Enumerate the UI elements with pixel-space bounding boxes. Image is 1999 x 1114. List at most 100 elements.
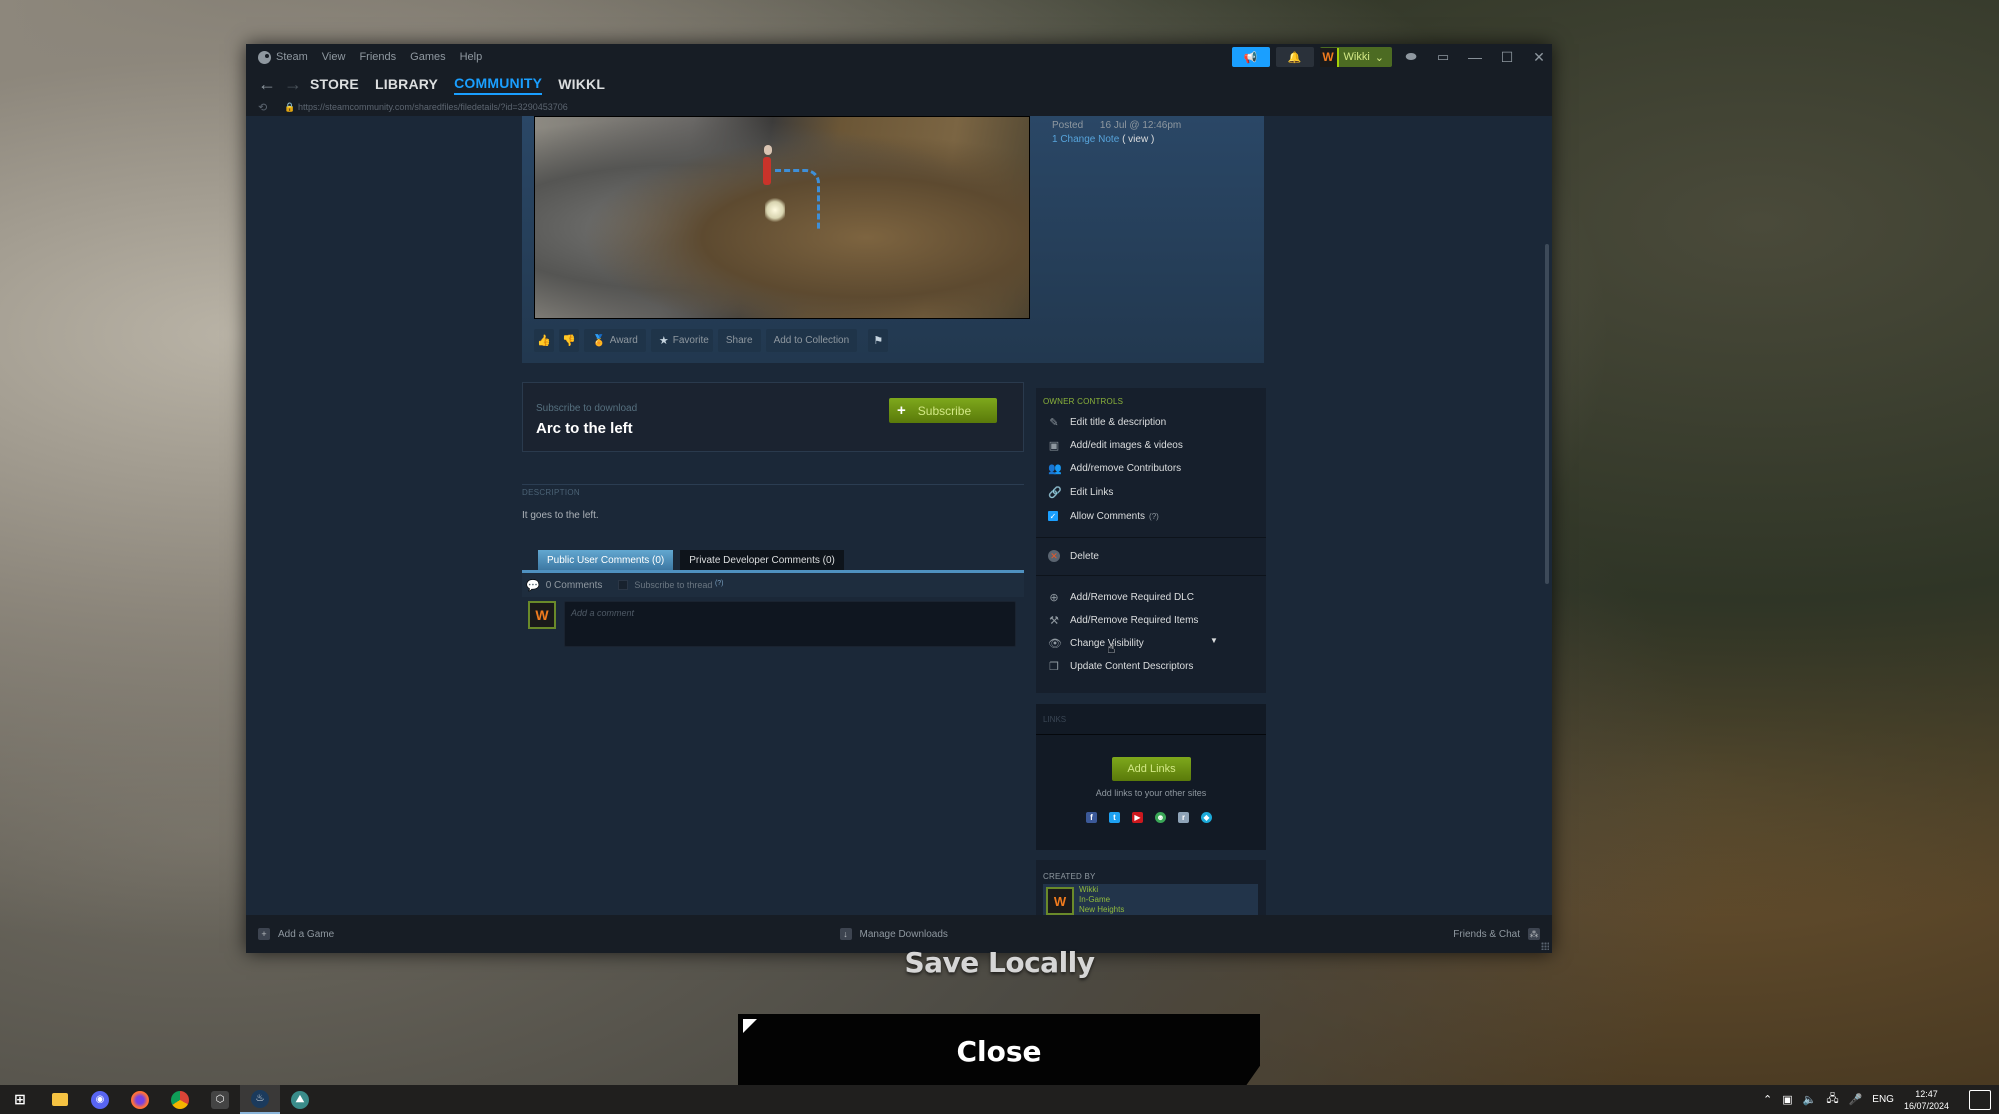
- volume-icon[interactable]: 🔈: [1803, 1093, 1817, 1106]
- report-button[interactable]: ⚑: [868, 329, 889, 352]
- menu-help[interactable]: Help: [460, 51, 483, 63]
- tab-public-comments[interactable]: Public User Comments (0): [538, 550, 674, 570]
- menu-steam[interactable]: Steam: [258, 50, 308, 64]
- taskbar-file-explorer[interactable]: [40, 1085, 80, 1114]
- taskbar-chrome[interactable]: [160, 1085, 200, 1114]
- comment-input[interactable]: Add a comment: [564, 601, 1016, 647]
- allow-comments-help-icon[interactable]: (?): [1149, 512, 1159, 521]
- delete-item[interactable]: ✕ Delete: [1048, 549, 1099, 563]
- creator-game: New Heights: [1079, 905, 1125, 914]
- language-indicator[interactable]: ENG: [1872, 1094, 1894, 1105]
- edit-links-label: Edit Links: [1070, 486, 1114, 498]
- close-label: Close: [956, 1034, 1042, 1068]
- help-icon[interactable]: (?): [715, 580, 724, 587]
- unity-icon: ⬡: [211, 1090, 229, 1109]
- taskbar-discord[interactable]: ◉: [80, 1085, 120, 1114]
- plus-icon: +: [897, 402, 906, 419]
- back-arrow-icon[interactable]: ←: [258, 74, 284, 95]
- change-note-link[interactable]: 1 Change Note: [1052, 134, 1119, 145]
- display-button[interactable]: ▭: [1430, 47, 1456, 67]
- add-game-button[interactable]: + Add a Game: [258, 928, 334, 940]
- required-items[interactable]: ⚒ Add/Remove Required Items: [1048, 613, 1198, 627]
- creator-card[interactable]: W Wikki In-Game New Heights: [1043, 884, 1258, 915]
- big-picture-button[interactable]: ⬬: [1398, 47, 1424, 67]
- url-text[interactable]: https://steamcommunity.com/sharedfiles/f…: [298, 102, 568, 112]
- flag-icon: ⚑: [873, 335, 884, 347]
- required-dlc[interactable]: ⊕ Add/Remove Required DLC: [1048, 590, 1194, 604]
- scrollbar[interactable]: [1545, 244, 1549, 584]
- change-visibility[interactable]: 👁 Change Visibility ▼ ☝: [1048, 636, 1248, 656]
- add-links-button[interactable]: Add Links: [1112, 757, 1191, 781]
- edit-images-videos[interactable]: ▣ Add/edit images & videos: [1048, 438, 1183, 452]
- friends-chat-label: Friends & Chat: [1453, 928, 1520, 940]
- nav-tab-community[interactable]: COMMUNITY: [454, 73, 543, 95]
- maximize-button[interactable]: ☐: [1494, 49, 1520, 66]
- minimize-button[interactable]: —: [1462, 49, 1488, 65]
- clock[interactable]: 12:47 16/07/2024: [1904, 1088, 1949, 1112]
- notifications-button[interactable]: 🔔: [1275, 47, 1314, 67]
- edit-title-description[interactable]: ✎ Edit title & description: [1048, 415, 1166, 429]
- navbar: ← → STORE LIBRARY COMMUNITY WIKKL: [246, 70, 1552, 98]
- favorite-button[interactable]: ★ Favorite: [650, 329, 713, 352]
- tab-private-developer-comments[interactable]: Private Developer Comments (0): [680, 550, 844, 570]
- save-locally-button[interactable]: Save Locally: [0, 946, 1999, 979]
- subscribe-thread-checkbox[interactable]: [618, 580, 629, 590]
- microphone-icon[interactable]: 🎤: [1849, 1093, 1863, 1106]
- item-screenshot[interactable]: [534, 116, 1030, 319]
- menu-view[interactable]: View: [322, 51, 346, 63]
- creator-status: In-Game: [1079, 895, 1111, 904]
- sketchfab-icon[interactable]: ◆: [1201, 812, 1212, 823]
- nav-tab-store[interactable]: STORE: [310, 74, 359, 94]
- tray-app-icon[interactable]: ▣: [1782, 1093, 1792, 1106]
- reload-icon[interactable]: ⟲: [258, 101, 284, 114]
- network-icon[interactable]: 🖧: [1826, 1090, 1838, 1109]
- taskbar-unity-hub[interactable]: ⬡: [200, 1085, 240, 1114]
- taskbar-new-heights[interactable]: ⛰: [280, 1085, 320, 1114]
- notification-center-icon[interactable]: [1969, 1089, 1991, 1110]
- edit-links[interactable]: 🔗 Edit Links: [1048, 485, 1113, 499]
- owner-controls-panel: OWNER CONTROLS ✎ Edit title & descriptio…: [1036, 388, 1266, 693]
- descriptors-icon: ❐: [1049, 660, 1059, 673]
- taskbar-steam[interactable]: ♨: [240, 1085, 280, 1114]
- manage-downloads-button[interactable]: ↓ Manage Downloads: [839, 928, 948, 940]
- facebook-icon[interactable]: f: [1086, 812, 1097, 823]
- media-panel: Posted 16 Jul @ 12:46pm 1 Change Note ( …: [522, 116, 1264, 363]
- items-icon: ⚒: [1049, 614, 1059, 627]
- thumbs-up-button[interactable]: 👍: [534, 329, 554, 352]
- start-button[interactable]: ⊞: [0, 1085, 40, 1114]
- change-note-view-link[interactable]: ( view ): [1122, 134, 1154, 145]
- allow-comments[interactable]: ✓ Allow Comments (?): [1048, 509, 1159, 523]
- nav-tab-profile[interactable]: WIKKL: [558, 74, 605, 94]
- close-window-button[interactable]: ✕: [1526, 49, 1552, 66]
- action-bar: 👍 👎 🏅 Award ★ Favorite Share Add to Coll…: [534, 329, 889, 352]
- menu-games[interactable]: Games: [410, 51, 445, 63]
- forward-arrow-icon[interactable]: →: [284, 74, 310, 95]
- twitter-icon[interactable]: t: [1109, 812, 1120, 823]
- caret-down-icon[interactable]: ▼: [1210, 636, 1218, 645]
- menu-friends[interactable]: Friends: [359, 51, 396, 63]
- nav-tab-library[interactable]: LIBRARY: [375, 74, 438, 94]
- add-to-collection-button[interactable]: Add to Collection: [765, 329, 858, 352]
- taskbar-firefox[interactable]: [120, 1085, 160, 1114]
- account-menu-button[interactable]: W Wikki ⌄: [1319, 47, 1392, 67]
- steam-window: Steam View Friends Games Help 📢 🔔 W Wikk…: [246, 44, 1552, 953]
- subscribe-button[interactable]: + Subscribe: [889, 398, 997, 423]
- allow-comments-checkbox[interactable]: ✓: [1048, 511, 1058, 521]
- chevron-up-icon[interactable]: ⌃: [1763, 1093, 1772, 1106]
- edit-contributors[interactable]: 👥 Add/remove Contributors: [1048, 461, 1181, 475]
- reddit-icon[interactable]: r: [1178, 812, 1189, 823]
- update-content-descriptors[interactable]: ❐ Update Content Descriptors: [1048, 659, 1193, 673]
- youtube-icon[interactable]: ▶: [1132, 812, 1143, 823]
- controller-icon: ⬬: [1405, 49, 1417, 64]
- commenter-avatar[interactable]: W: [528, 601, 556, 629]
- smile-icon[interactable]: ☻: [1155, 812, 1166, 823]
- close-overlay-button[interactable]: Close: [738, 1014, 1260, 1088]
- allow-comments-label: Allow Comments: [1070, 510, 1146, 522]
- friends-chat-button[interactable]: Friends & Chat ⁂: [1453, 928, 1540, 940]
- announcements-button[interactable]: 📢: [1231, 47, 1270, 67]
- share-button[interactable]: Share: [717, 329, 761, 352]
- thumbs-down-button[interactable]: 👎: [559, 329, 579, 352]
- subscribe-thread-label[interactable]: Subscribe to thread (?): [634, 580, 723, 590]
- award-button[interactable]: 🏅 Award: [584, 329, 646, 352]
- comment-tabs: Public User Comments (0) Private Develop…: [538, 550, 844, 570]
